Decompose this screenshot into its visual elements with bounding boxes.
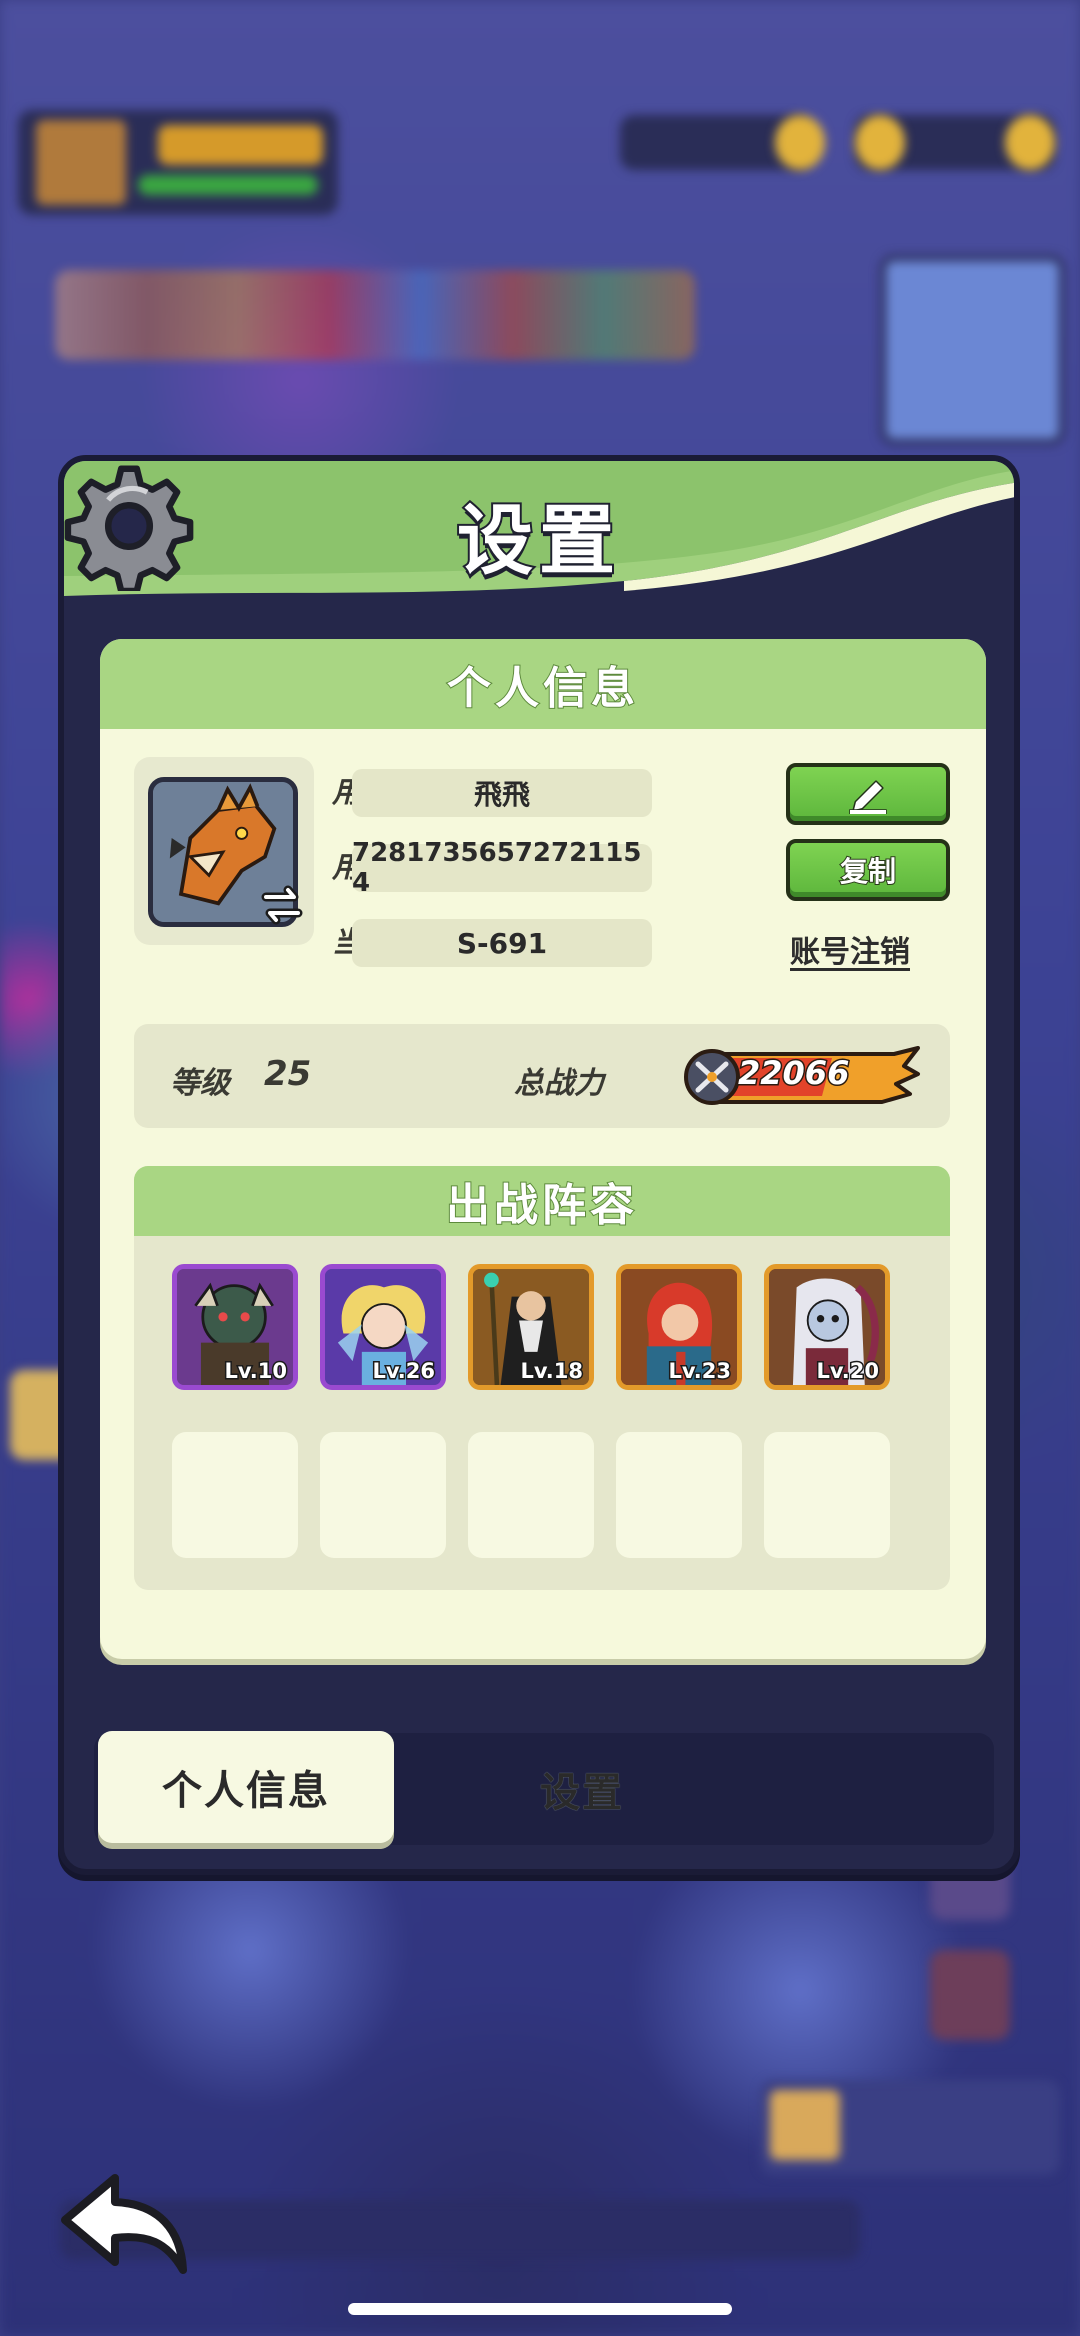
power-value: 22066 [736,1053,850,1094]
panel-header: 设置 [64,461,1014,601]
pencil-icon [849,780,887,814]
card-header-title: 个人信息 [446,662,639,715]
battle-lineup: 出战阵容 Lv.10 Lv.26 Lv.18 Lv.23 Lv.20 [134,1166,950,1590]
empty-hero-slot[interactable] [764,1432,890,1558]
power-badge: 22066 [682,1044,922,1110]
empty-hero-slot[interactable] [616,1432,742,1558]
side-button-blurred [930,1950,1010,2040]
hero-slot-4[interactable]: Lv.23 [616,1264,742,1390]
copy-id-button[interactable]: 复制 [786,839,950,901]
tab-settings[interactable]: 设置 [434,1733,730,1845]
hero-slot-1[interactable]: Lv.10 [172,1264,298,1390]
home-indicator [348,2303,732,2315]
nickname-value: 飛飛 [352,769,652,817]
panel-tabs: 个人信息 设置 [94,1731,994,1845]
swap-icon[interactable] [258,881,306,929]
player-top-card-blurred [18,110,338,215]
hero-level: Lv.20 [815,1358,881,1385]
coin-icon-blurred [855,115,905,170]
hero-slot-3[interactable]: Lv.18 [468,1264,594,1390]
event-icons-blurred [55,270,695,360]
back-arrow-icon [61,2174,187,2274]
avatar-box[interactable] [134,757,314,945]
empty-hero-slot[interactable] [320,1432,446,1558]
user-id-value: 7281735657272115 4 [352,838,652,898]
hero-level: Lv.10 [223,1358,289,1385]
panel-title: 设置 [455,494,621,587]
lineup-header: 出战阵容 [134,1166,950,1236]
minimap-blurred [880,255,1065,445]
card-header: 个人信息 [100,639,986,729]
personal-info-card: 个人信息 用户昵称 飛飛 [100,639,986,1659]
hero-level: Lv.26 [371,1358,437,1385]
hero-slot-2[interactable]: Lv.26 [320,1264,446,1390]
edit-nickname-button[interactable] [786,763,950,825]
coin-icon-blurred [775,115,825,170]
power-label: 总战力 [514,1066,604,1101]
lineup-title: 出战阵容 [445,1179,638,1232]
hero-level: Lv.18 [519,1358,585,1385]
stats-row: 等级 25 总战力 22066 [134,1024,950,1128]
server-value: S-691 [352,919,652,967]
coin-icon-blurred [1005,115,1055,170]
back-button[interactable] [55,2170,195,2280]
empty-hero-slot[interactable] [172,1432,298,1558]
level-label: 等级 [170,1066,230,1101]
tab-settings-label: 设置 [540,1770,624,1816]
settings-panel: 设置 个人信息 用户昵称 飛飛 [58,455,1020,1875]
tab-personal-info[interactable]: 个人信息 [98,1731,394,1843]
hero-slot-5[interactable]: Lv.20 [764,1264,890,1390]
hero-level: Lv.23 [667,1358,733,1385]
quest-card-blurred [760,2080,1060,2175]
level-value: 25 [264,1054,312,1094]
empty-hero-slot[interactable] [468,1432,594,1558]
delete-account-link[interactable]: 账号注销 [790,927,910,971]
